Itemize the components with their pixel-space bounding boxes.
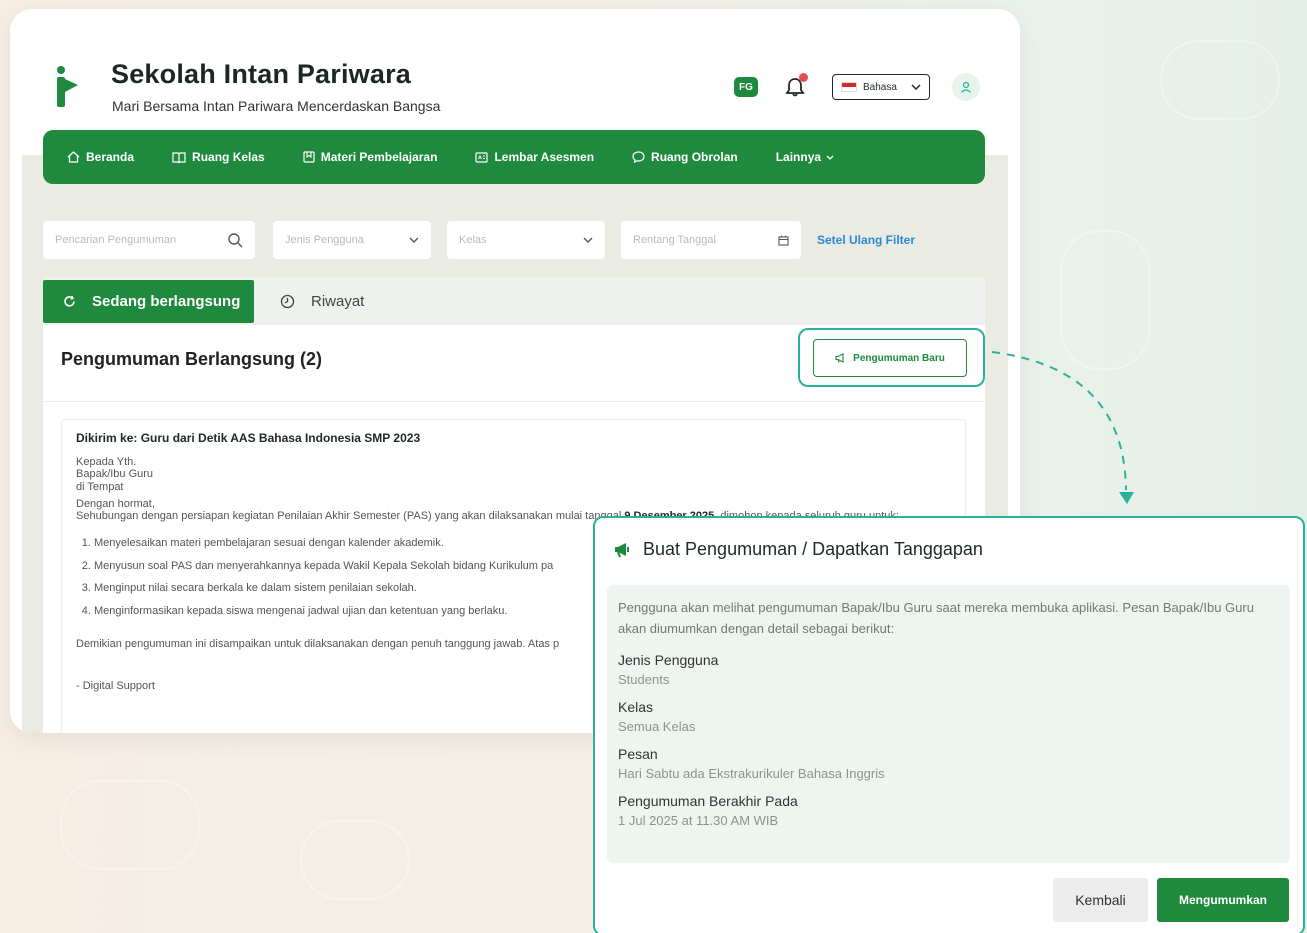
class-select[interactable]: Kelas [447,221,605,259]
divider [43,401,985,402]
announcement-line: di Tempat [76,481,124,494]
school-tagline: Mari Bersama Intan Pariwara Mencerdaskan… [112,98,441,114]
dialog-summary: Pengguna akan melihat pengumuman Bapak/I… [607,585,1290,863]
chevron-down-icon [583,237,593,243]
announce-button[interactable]: Mengumumkan [1157,878,1289,922]
announcement-recipient: Dikirim ke: Guru dari Detik AAS Bahasa I… [76,431,421,445]
dialog-title: Buat Pengumuman / Dapatkan Tanggapan [613,539,983,560]
tab-ongoing[interactable]: Sedang berlangsung [43,279,254,323]
nav-label: Lembar Asesmen [494,150,595,164]
date-range-input[interactable]: Rentang Tanggal [621,221,801,259]
tab-history[interactable]: Riwayat [280,293,364,310]
nav-label: Ruang Kelas [192,150,265,164]
background-doodle [1160,40,1280,120]
nav-lembar-asesmen[interactable]: Lembar Asesmen [475,150,594,164]
language-label: Bahasa [863,81,897,93]
field-value: Semua Kelas [618,718,696,734]
nav-materi-pembelajaran[interactable]: Materi Pembelajaran [303,150,438,164]
announcement-line: Dengan hormat, [76,497,155,510]
clock-icon [280,294,295,308]
user-type-placeholder: Jenis Pengguna [285,234,364,246]
reset-filter-link[interactable]: Setel Ulang Filter [817,233,915,247]
search-placeholder: Pencarian Pengumuman [55,234,177,246]
field-class: Kelas Semua Kelas [618,699,1279,734]
school-name: Sekolah Intan Pariwara [111,59,412,89]
field-label: Jenis Pengguna [618,651,719,668]
nav-ruang-kelas[interactable]: Ruang Kelas [172,150,265,164]
field-value: Students [618,671,670,687]
class-placeholder: Kelas [459,234,487,246]
nav-label: Materi Pembelajaran [320,150,438,164]
field-value: 1 Jul 2025 at 11.30 AM WIB [618,812,779,828]
indonesia-flag-icon [841,82,857,92]
announcement-line: Kepada Yth. [76,455,137,468]
home-icon [67,151,80,163]
create-announcement-dialog: Buat Pengumuman / Dapatkan Tanggapan Pen… [593,516,1305,933]
dialog-intro: Pengguna akan melihat pengumuman Bapak/I… [618,600,1254,637]
fg-app-icon[interactable]: FG [734,77,758,97]
nav-ruang-obrolan[interactable]: Ruang Obrolan [632,150,738,164]
notification-dot [799,73,808,82]
new-announcement-button[interactable]: Pengumuman Baru [813,339,967,377]
back-button[interactable]: Kembali [1053,878,1148,922]
chevron-down-icon [911,84,921,90]
nav-beranda[interactable]: Beranda [67,150,134,164]
list-title: Pengumuman Berlangsung (2) [61,349,323,369]
search-input[interactable]: Pencarian Pengumuman [43,221,255,259]
button-label: Pengumuman Baru [853,352,945,364]
field-value: Hari Sabtu ada Ekstrakurikuler Bahasa In… [618,765,885,781]
chevron-down-icon [409,237,419,243]
dialog-actions: Kembali Mengumumkan [1053,878,1289,922]
announcement-tabs: Sedang berlangsung Riwayat [43,277,985,325]
announcement-line: Bapak/Ibu Guru [76,468,154,481]
user-avatar[interactable] [952,73,980,101]
megaphone-icon [835,353,844,363]
calendar-icon [778,235,789,246]
background-doodle [300,820,410,900]
main-navigation: Beranda Ruang Kelas Materi Pembelajaran … [43,130,985,184]
intro-text: Sehubungan dengan persiapan kegiatan Pen… [76,510,625,523]
user-icon [961,81,971,93]
background-doodle [1060,230,1150,370]
book-icon [172,151,186,163]
header-actions: FG Bahasa [734,73,980,101]
chevron-down-icon [826,155,834,160]
notification-bell-icon[interactable] [784,73,808,98]
background-doodle [60,780,200,870]
field-expiry: Pengumuman Berakhir Pada 1 Jul 2025 at 1… [618,793,1279,828]
nav-label: Lainnya [775,150,822,164]
assessment-icon [475,151,489,163]
tab-label: Riwayat [311,292,365,310]
tab-label: Sedang berlangsung [92,292,241,310]
megaphone-icon [615,542,629,557]
field-label: Pengumuman Berakhir Pada [618,792,798,809]
dialog-title-text: Buat Pengumuman / Dapatkan Tanggapan [643,539,983,559]
field-label: Pesan [618,745,658,762]
field-label: Kelas [618,698,654,715]
chat-icon [632,151,645,163]
date-range-placeholder: Rentang Tanggal [633,234,716,246]
search-icon [228,233,243,248]
nav-lainnya[interactable]: Lainnya [776,150,834,164]
material-icon [303,151,315,163]
field-message: Pesan Hari Sabtu ada Ekstrakurikuler Bah… [618,746,1279,781]
filter-bar: Pencarian Pengumuman Jenis Pengguna Kela… [43,221,915,259]
school-logo-icon [57,66,78,107]
refresh-icon [64,295,75,307]
user-type-select[interactable]: Jenis Pengguna [273,221,431,259]
field-user-type: Jenis Pengguna Students [618,652,1279,687]
language-select[interactable]: Bahasa [832,74,930,100]
nav-label: Ruang Obrolan [651,150,738,164]
nav-label: Beranda [86,150,135,164]
